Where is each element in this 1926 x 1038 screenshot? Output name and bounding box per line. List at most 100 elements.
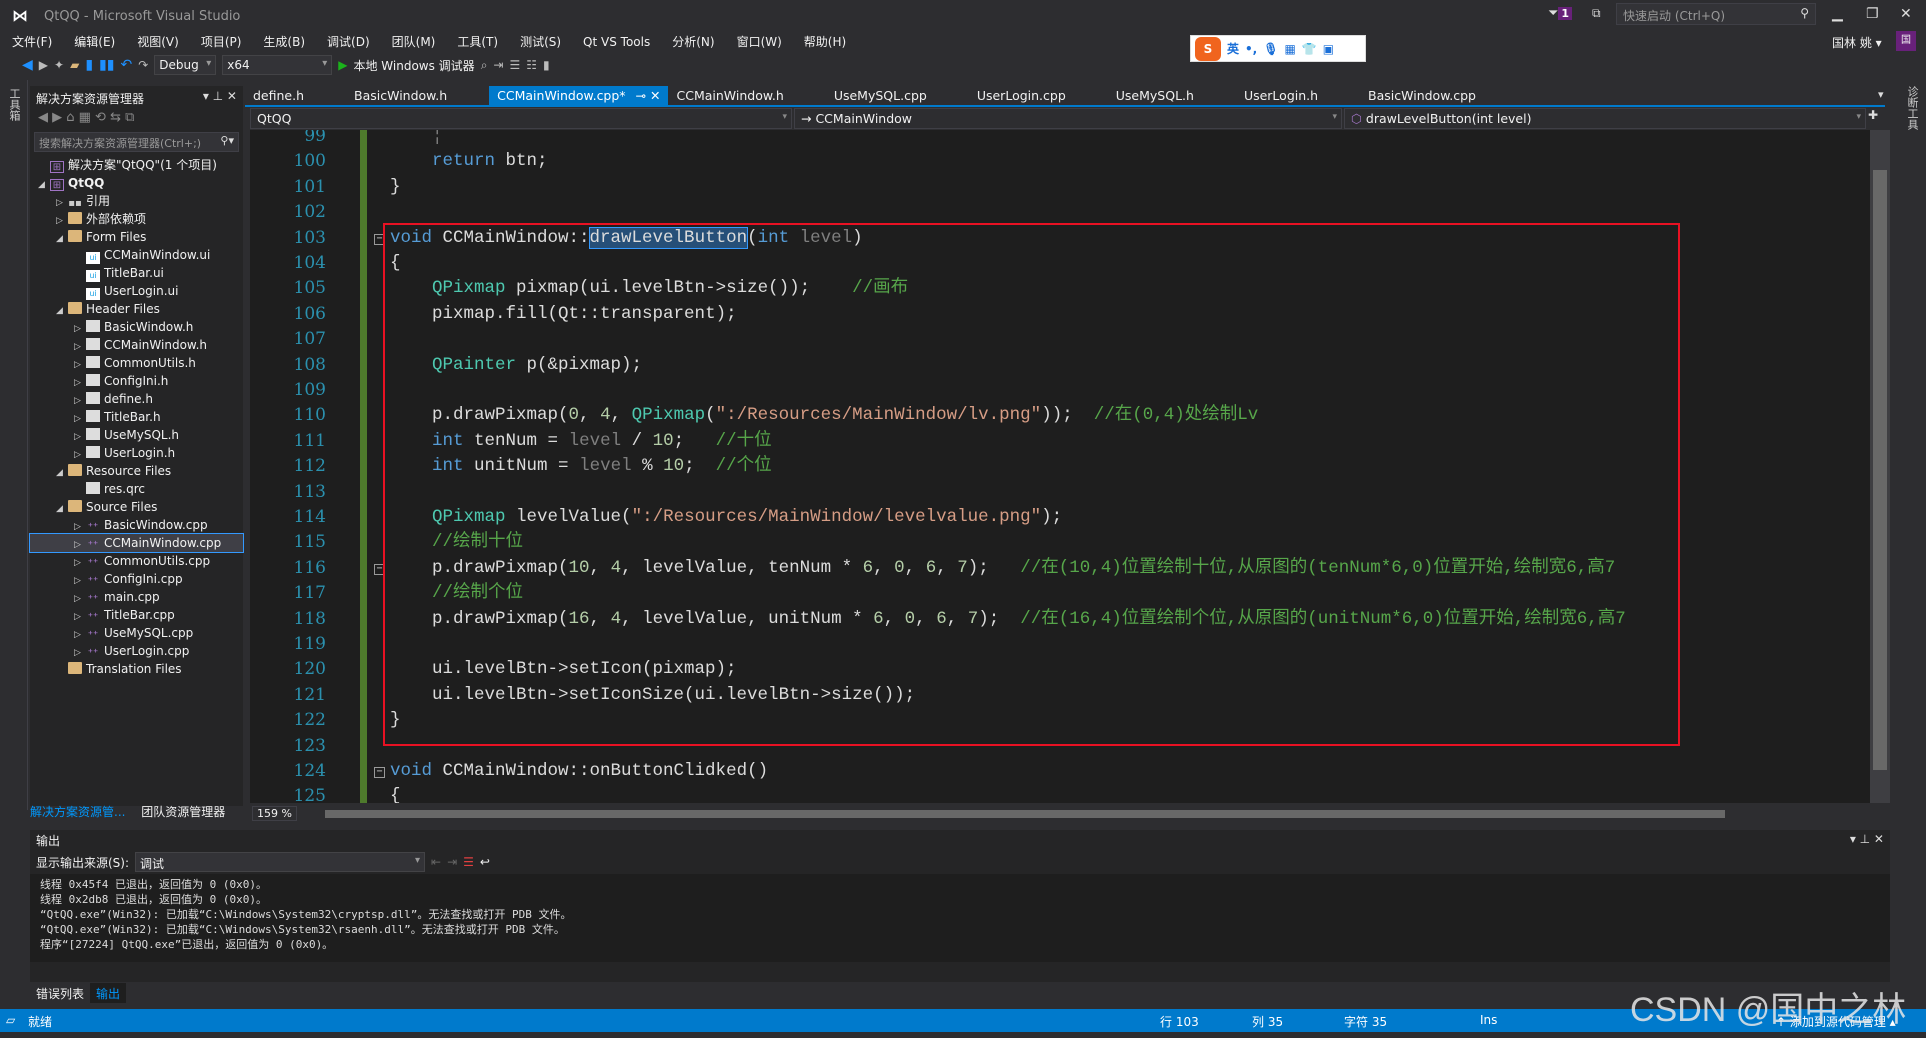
tab-team-explorer[interactable]: 团队资源管理器	[141, 805, 225, 819]
output-source-select[interactable]: 调试	[135, 852, 426, 872]
panel-controls[interactable]: ▾ ⊥ ✕	[203, 89, 237, 103]
menu-item[interactable]: 编辑(E)	[74, 32, 115, 52]
panel-controls[interactable]: ▾ ⊥ ✕	[1850, 832, 1884, 846]
menu-item[interactable]: Qt VS Tools	[583, 32, 650, 52]
toolbox-label[interactable]: 工具箱	[6, 88, 22, 121]
tree-item[interactable]: ▷ ⁺⁺ UseMySQL.cpp	[30, 624, 243, 642]
tree-item[interactable]: ui TitleBar.ui	[30, 264, 243, 282]
tab-document[interactable]: UserLogin.cpp	[969, 86, 1074, 105]
step-icon[interactable]: ⇥	[493, 58, 503, 72]
feedback-icon[interactable]: ⧉	[1592, 6, 1601, 21]
tree-item[interactable]: ▷ CCMainWindow.h	[30, 336, 243, 354]
menu-item[interactable]: 帮助(H)	[804, 32, 846, 52]
tree-item[interactable]: res.qrc	[30, 480, 243, 498]
tab-document[interactable]: BasicWindow.cpp	[1360, 86, 1484, 105]
tree-item[interactable]: ▷ ⁺⁺ ConfigIni.cpp	[30, 570, 243, 588]
restore-button[interactable]: ❐	[1866, 6, 1879, 22]
prev-message-icon[interactable]: ⇤	[431, 855, 441, 869]
diagnostics-label[interactable]: 诊断工具	[1904, 86, 1920, 130]
close-button[interactable]: ✕	[1900, 6, 1912, 22]
undo-icon[interactable]: ↶	[120, 57, 132, 73]
menu-item[interactable]: 项目(P)	[201, 32, 242, 52]
tab-overflow-icon[interactable]: ▾	[1878, 88, 1884, 101]
forward-icon[interactable]: ▶	[39, 58, 48, 72]
start-debugger-button[interactable]: 本地 Windows 调试器	[353, 57, 474, 74]
minimize-button[interactable]: ▁	[1832, 6, 1843, 22]
bookmark-icon[interactable]: ▮	[543, 58, 550, 72]
find-icon[interactable]: ⌕	[481, 58, 488, 73]
start-debug-icon[interactable]: ▶	[338, 58, 347, 72]
tab-document[interactable]: UseMySQL.cpp	[826, 86, 935, 105]
solution-explorer-toolbar[interactable]: ◀ ▶ ⌂ ▦ ⟲ ⇆ ⧉	[30, 108, 243, 130]
scroll-thumb[interactable]	[1873, 170, 1887, 770]
vertical-scrollbar[interactable]	[1870, 130, 1890, 803]
tab-document[interactable]: CCMainWindow.h	[668, 86, 791, 105]
menu-item[interactable]: 视图(V)	[137, 32, 179, 52]
toolbox-strip[interactable]: 工具箱	[0, 80, 28, 810]
tab-error-list[interactable]: 错误列表	[30, 983, 90, 1003]
back-icon[interactable]: ◀	[22, 57, 33, 73]
menu-item[interactable]: 工具(T)	[457, 32, 498, 52]
tab-document[interactable]: UserLogin.h	[1236, 86, 1326, 105]
user-account[interactable]: 国林 姚 ▾	[1832, 34, 1882, 51]
tree-item[interactable]: ▷ ⁺⁺ CCMainWindow.cpp	[29, 533, 244, 553]
tab-document[interactable]: define.h	[245, 86, 312, 105]
menu-item[interactable]: 文件(F)	[12, 32, 52, 52]
output-text[interactable]: 线程 0x45f4 已退出，返回值为 0 (0x0)。 线程 0x2db8 已退出…	[30, 874, 1890, 962]
save-icon[interactable]: ▮	[85, 57, 93, 73]
class-dropdown[interactable]: → CCMainWindow	[794, 108, 1342, 129]
tree-item[interactable]: ◢ Form Files	[30, 228, 243, 246]
tree-item[interactable]: ◢ Source Files	[30, 498, 243, 516]
menu-item[interactable]: 团队(M)	[392, 32, 436, 52]
tree-item[interactable]: ▷ ⁺⁺ main.cpp	[30, 588, 243, 606]
code-line[interactable]: ¦	[390, 130, 443, 149]
next-message-icon[interactable]: ⇥	[447, 855, 457, 869]
tab-document[interactable]: UseMySQL.h	[1108, 86, 1202, 105]
tree-item[interactable]: ▷ ⁺⁺ UserLogin.cpp	[30, 642, 243, 660]
tree-item[interactable]: ▷ 外部依赖项	[30, 210, 243, 228]
word-wrap-icon[interactable]: ↩	[480, 855, 490, 869]
tree-item[interactable]: ▷ ConfigIni.h	[30, 372, 243, 390]
code-line[interactable]: {	[390, 784, 401, 803]
code-line[interactable]: void CCMainWindow::onButtonClidked()	[390, 759, 768, 784]
platform-select[interactable]: x64	[222, 55, 333, 75]
redo-icon[interactable]: ↷	[138, 58, 148, 72]
tree-item[interactable]: ▷ CommonUtils.h	[30, 354, 243, 372]
member-dropdown[interactable]: ⬡ drawLevelButton(int level)	[1344, 108, 1866, 129]
tree-item[interactable]: ui UserLogin.ui	[30, 282, 243, 300]
tree-item[interactable]: ▷ define.h	[30, 390, 243, 408]
uncomment-icon[interactable]: ☷	[526, 58, 537, 72]
tree-item[interactable]: ◢ Header Files	[30, 300, 243, 318]
notifications-flag-icon[interactable]: ⏷ 1	[1548, 6, 1573, 21]
save-all-icon[interactable]: ▮▮	[99, 57, 114, 73]
tree-item[interactable]: ▷ ▪▪ 引用	[30, 192, 243, 210]
pin-icon[interactable]: ⊸ ✕	[636, 88, 661, 103]
tree-item[interactable]: Translation Files	[30, 660, 243, 678]
zoom-select[interactable]: 159 %	[252, 806, 297, 821]
menu-item[interactable]: 调试(D)	[327, 32, 370, 52]
tab-solution-explorer[interactable]: 解决方案资源管...	[30, 805, 125, 819]
diagnostics-strip[interactable]: 诊断工具	[1896, 80, 1926, 810]
tree-item[interactable]: ▷ BasicWindow.h	[30, 318, 243, 336]
user-avatar[interactable]: 国	[1896, 31, 1916, 51]
clear-all-icon[interactable]: ☰	[463, 855, 474, 869]
menu-item[interactable]: 窗口(W)	[737, 32, 782, 52]
tree-item[interactable]: ▷ ⁺⁺ CommonUtils.cpp	[30, 552, 243, 570]
comment-icon[interactable]: ☰	[509, 58, 520, 72]
project-dropdown[interactable]: QtQQ	[250, 108, 792, 129]
solution-search-input[interactable]: 搜索解决方案资源管理器(Ctrl+;) ⚲▾	[34, 132, 239, 152]
tree-item[interactable]: ▷ UseMySQL.h	[30, 426, 243, 444]
tree-item[interactable]: ⊞ 解决方案"QtQQ"(1 个项目)	[30, 156, 243, 174]
code-line[interactable]: }	[390, 175, 401, 200]
tree-item[interactable]: ▷ ⁺⁺ TitleBar.cpp	[30, 606, 243, 624]
menu-item[interactable]: 测试(S)	[520, 32, 561, 52]
new-project-icon[interactable]: ✦	[54, 58, 64, 72]
code-line[interactable]: return btn;	[390, 149, 548, 174]
tree-item[interactable]: ◢ ⊞ QtQQ	[30, 174, 243, 192]
tree-item[interactable]: ui CCMainWindow.ui	[30, 246, 243, 264]
horizontal-scrollbar[interactable]	[325, 810, 1725, 818]
configuration-select[interactable]: Debug	[154, 55, 217, 75]
open-file-icon[interactable]: ▰	[70, 58, 79, 72]
tree-item[interactable]: ◢ Resource Files	[30, 462, 243, 480]
tab-document[interactable]: BasicWindow.h	[346, 86, 455, 105]
